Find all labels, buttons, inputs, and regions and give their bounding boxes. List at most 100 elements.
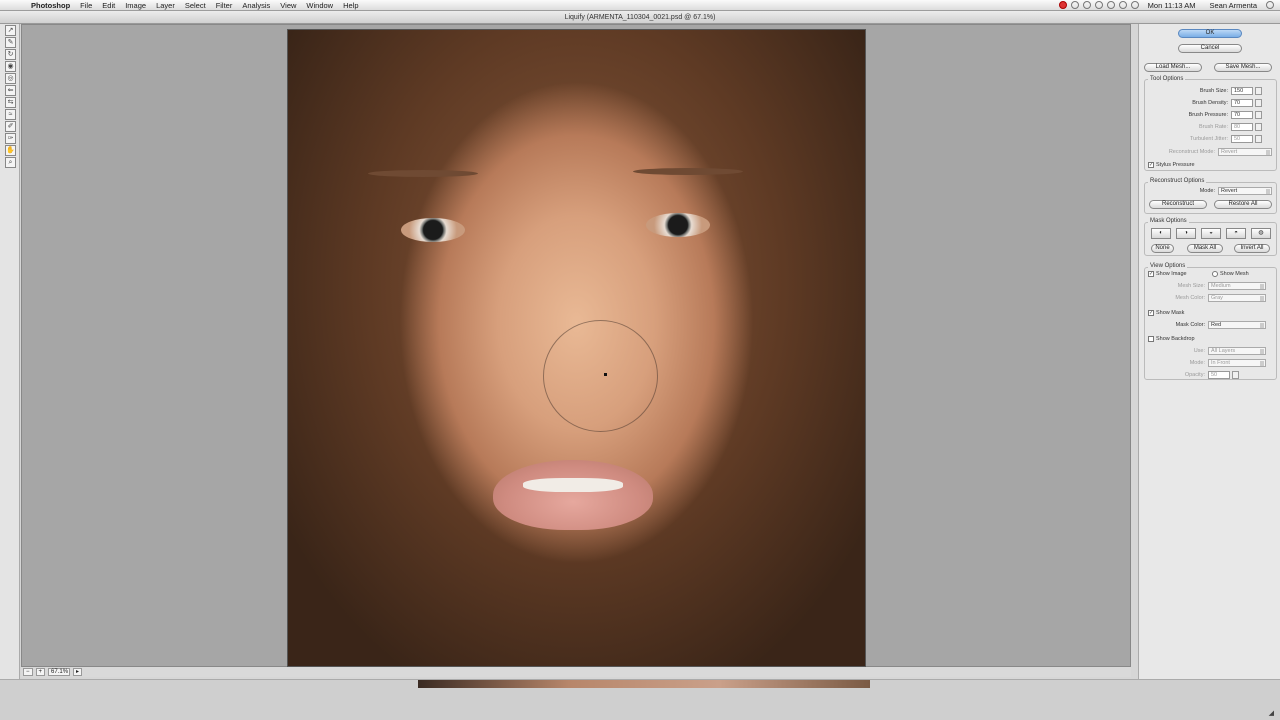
menu-file[interactable]: File bbox=[75, 0, 97, 11]
cancel-button[interactable]: Cancel bbox=[1178, 44, 1242, 53]
show-mesh-checkbox[interactable] bbox=[1212, 270, 1218, 277]
zoom-in-button[interactable]: + bbox=[35, 668, 46, 676]
turbulence-tool-icon[interactable]: ≈ bbox=[5, 109, 16, 120]
options-panel: OK Cancel Load Mesh... Save Mesh... Tool… bbox=[1138, 24, 1280, 679]
show-mask-label: Show Mask bbox=[1156, 309, 1185, 316]
turbulent-jitter-label: Turbulent Jitter: bbox=[1189, 135, 1228, 142]
brush-rate-field[interactable]: 80 bbox=[1231, 122, 1253, 131]
reconstruct-mode-select[interactable]: Revert bbox=[1218, 147, 1272, 156]
menu-bar: Photoshop File Edit Image Layer Select F… bbox=[0, 0, 1280, 11]
ok-button[interactable]: OK bbox=[1178, 29, 1242, 38]
stylus-pressure-checkbox[interactable]: ✓ bbox=[1148, 161, 1154, 168]
zoom-menu-button[interactable]: ▸ bbox=[73, 668, 83, 676]
menu-analysis[interactable]: Analysis bbox=[237, 0, 275, 11]
show-backdrop-checkbox[interactable] bbox=[1148, 335, 1154, 342]
backdrop-use-select[interactable]: All Layers bbox=[1208, 346, 1266, 355]
menu-help[interactable]: Help bbox=[338, 0, 363, 11]
brush-cursor bbox=[543, 320, 658, 432]
document-background: ◢ bbox=[0, 679, 1280, 720]
restore-all-button[interactable]: Restore All bbox=[1214, 200, 1272, 209]
zoom-tool-icon[interactable]: ⌕ bbox=[5, 157, 16, 168]
backdrop-opacity-label: Opacity: bbox=[1184, 371, 1205, 378]
mask-invert-icon[interactable]: ◍ bbox=[1251, 228, 1271, 239]
menu-select[interactable]: Select bbox=[180, 0, 211, 11]
menu-filter[interactable]: Filter bbox=[211, 0, 238, 11]
twirl-tool-icon[interactable]: ↻ bbox=[5, 49, 16, 60]
bloat-tool-icon[interactable]: ◎ bbox=[5, 73, 16, 84]
freeze-mask-tool-icon[interactable]: ✐ bbox=[5, 121, 16, 132]
show-image-label: Show Image bbox=[1156, 270, 1187, 277]
portrait-image[interactable] bbox=[287, 29, 866, 667]
hand-tool-icon[interactable]: ✋ bbox=[5, 145, 16, 156]
brush-size-label: Brush Size: bbox=[1199, 87, 1228, 94]
backdrop-opacity-field[interactable]: 50 bbox=[1208, 370, 1230, 379]
mask-intersect-icon[interactable]: ◓ bbox=[1226, 228, 1246, 239]
mirror-tool-icon[interactable]: ⇆ bbox=[5, 97, 16, 108]
mask-all-button[interactable]: Mask All bbox=[1187, 244, 1223, 253]
preview-canvas[interactable] bbox=[21, 24, 1131, 667]
sync-icon[interactable] bbox=[1070, 1, 1079, 9]
mask-color-select[interactable]: Red bbox=[1208, 320, 1266, 329]
tool-options-title: Tool Options bbox=[1148, 76, 1186, 82]
show-mesh-label: Show Mesh bbox=[1220, 270, 1249, 277]
forward-warp-tool-icon[interactable]: ↗ bbox=[5, 25, 16, 36]
brush-density-stepper[interactable] bbox=[1255, 98, 1262, 107]
right-eye bbox=[646, 213, 710, 237]
turbulent-jitter-field[interactable]: 50 bbox=[1231, 134, 1253, 143]
wifi-icon[interactable] bbox=[1106, 1, 1115, 9]
window-title: Liquify (ARMENTA_110304_0021.psd @ 67.1%… bbox=[0, 11, 1280, 24]
menu-image[interactable]: Image bbox=[120, 0, 151, 11]
brush-pressure-stepper[interactable] bbox=[1255, 110, 1262, 119]
menu-user[interactable]: Sean Armenta bbox=[1204, 0, 1262, 11]
mesh-size-select[interactable]: Medium bbox=[1208, 281, 1266, 290]
menu-app-name[interactable]: Photoshop bbox=[26, 0, 75, 11]
zoom-bar: − + 67.1% ▸ bbox=[21, 667, 1131, 677]
mask-add-icon[interactable]: ◑ bbox=[1176, 228, 1196, 239]
mask-none-button[interactable]: None bbox=[1151, 244, 1174, 253]
brush-pressure-label: Brush Pressure: bbox=[1188, 111, 1228, 118]
volume-icon[interactable] bbox=[1118, 1, 1127, 9]
timemachine-icon[interactable] bbox=[1094, 1, 1103, 9]
left-eye bbox=[401, 218, 465, 242]
menu-extras: Mon 11:13 AM Sean Armenta bbox=[1058, 0, 1280, 11]
mesh-color-label: Mesh Color: bbox=[1175, 294, 1205, 301]
reconstruct-mode-select-2[interactable]: Revert bbox=[1218, 186, 1272, 195]
show-mask-checkbox[interactable]: ✓ bbox=[1148, 309, 1154, 316]
show-image-checkbox[interactable]: ✓ bbox=[1148, 270, 1154, 277]
record-icon[interactable] bbox=[1058, 1, 1067, 9]
save-mesh-button[interactable]: Save Mesh... bbox=[1214, 63, 1272, 72]
brush-density-field[interactable]: 70 bbox=[1231, 98, 1253, 107]
menu-layer[interactable]: Layer bbox=[151, 0, 180, 11]
brush-density-label: Brush Density: bbox=[1192, 99, 1228, 106]
brush-crosshair bbox=[604, 373, 607, 376]
brush-rate-label: Brush Rate: bbox=[1198, 123, 1228, 130]
battery-icon[interactable] bbox=[1130, 1, 1139, 9]
thaw-mask-tool-icon[interactable]: ✑ bbox=[5, 133, 16, 144]
bluetooth-icon[interactable] bbox=[1082, 1, 1091, 9]
mask-replace-icon[interactable]: ◐ bbox=[1151, 228, 1171, 239]
spotlight-icon[interactable] bbox=[1266, 1, 1274, 9]
brush-size-stepper[interactable] bbox=[1255, 86, 1262, 95]
brush-size-field[interactable]: 150 bbox=[1231, 86, 1253, 95]
backdrop-mode-select[interactable]: In Front bbox=[1208, 358, 1266, 367]
load-mesh-button[interactable]: Load Mesh... bbox=[1144, 63, 1202, 72]
reconstruct-button[interactable]: Reconstruct bbox=[1149, 200, 1207, 209]
zoom-field[interactable]: 67.1% bbox=[48, 668, 71, 676]
menu-clock[interactable]: Mon 11:13 AM bbox=[1143, 0, 1201, 11]
brush-rate-stepper[interactable] bbox=[1255, 122, 1262, 131]
reconstruct-tool-icon[interactable]: ✎ bbox=[5, 37, 16, 48]
invert-all-button[interactable]: Invert All bbox=[1234, 244, 1270, 253]
show-backdrop-label: Show Backdrop bbox=[1156, 335, 1195, 342]
push-left-tool-icon[interactable]: ⇐ bbox=[5, 85, 16, 96]
menu-edit[interactable]: Edit bbox=[97, 0, 120, 11]
turbulent-jitter-stepper[interactable] bbox=[1255, 134, 1262, 143]
zoom-out-button[interactable]: − bbox=[23, 668, 33, 676]
brush-pressure-field[interactable]: 70 bbox=[1231, 110, 1253, 119]
pucker-tool-icon[interactable]: ◉ bbox=[5, 61, 16, 72]
menu-view[interactable]: View bbox=[275, 0, 301, 11]
backdrop-opacity-stepper[interactable] bbox=[1232, 370, 1239, 379]
menu-window[interactable]: Window bbox=[301, 0, 338, 11]
resize-grip-icon[interactable]: ◢ bbox=[1269, 709, 1274, 717]
mesh-color-select[interactable]: Gray bbox=[1208, 293, 1266, 302]
mask-subtract-icon[interactable]: ◒ bbox=[1201, 228, 1221, 239]
